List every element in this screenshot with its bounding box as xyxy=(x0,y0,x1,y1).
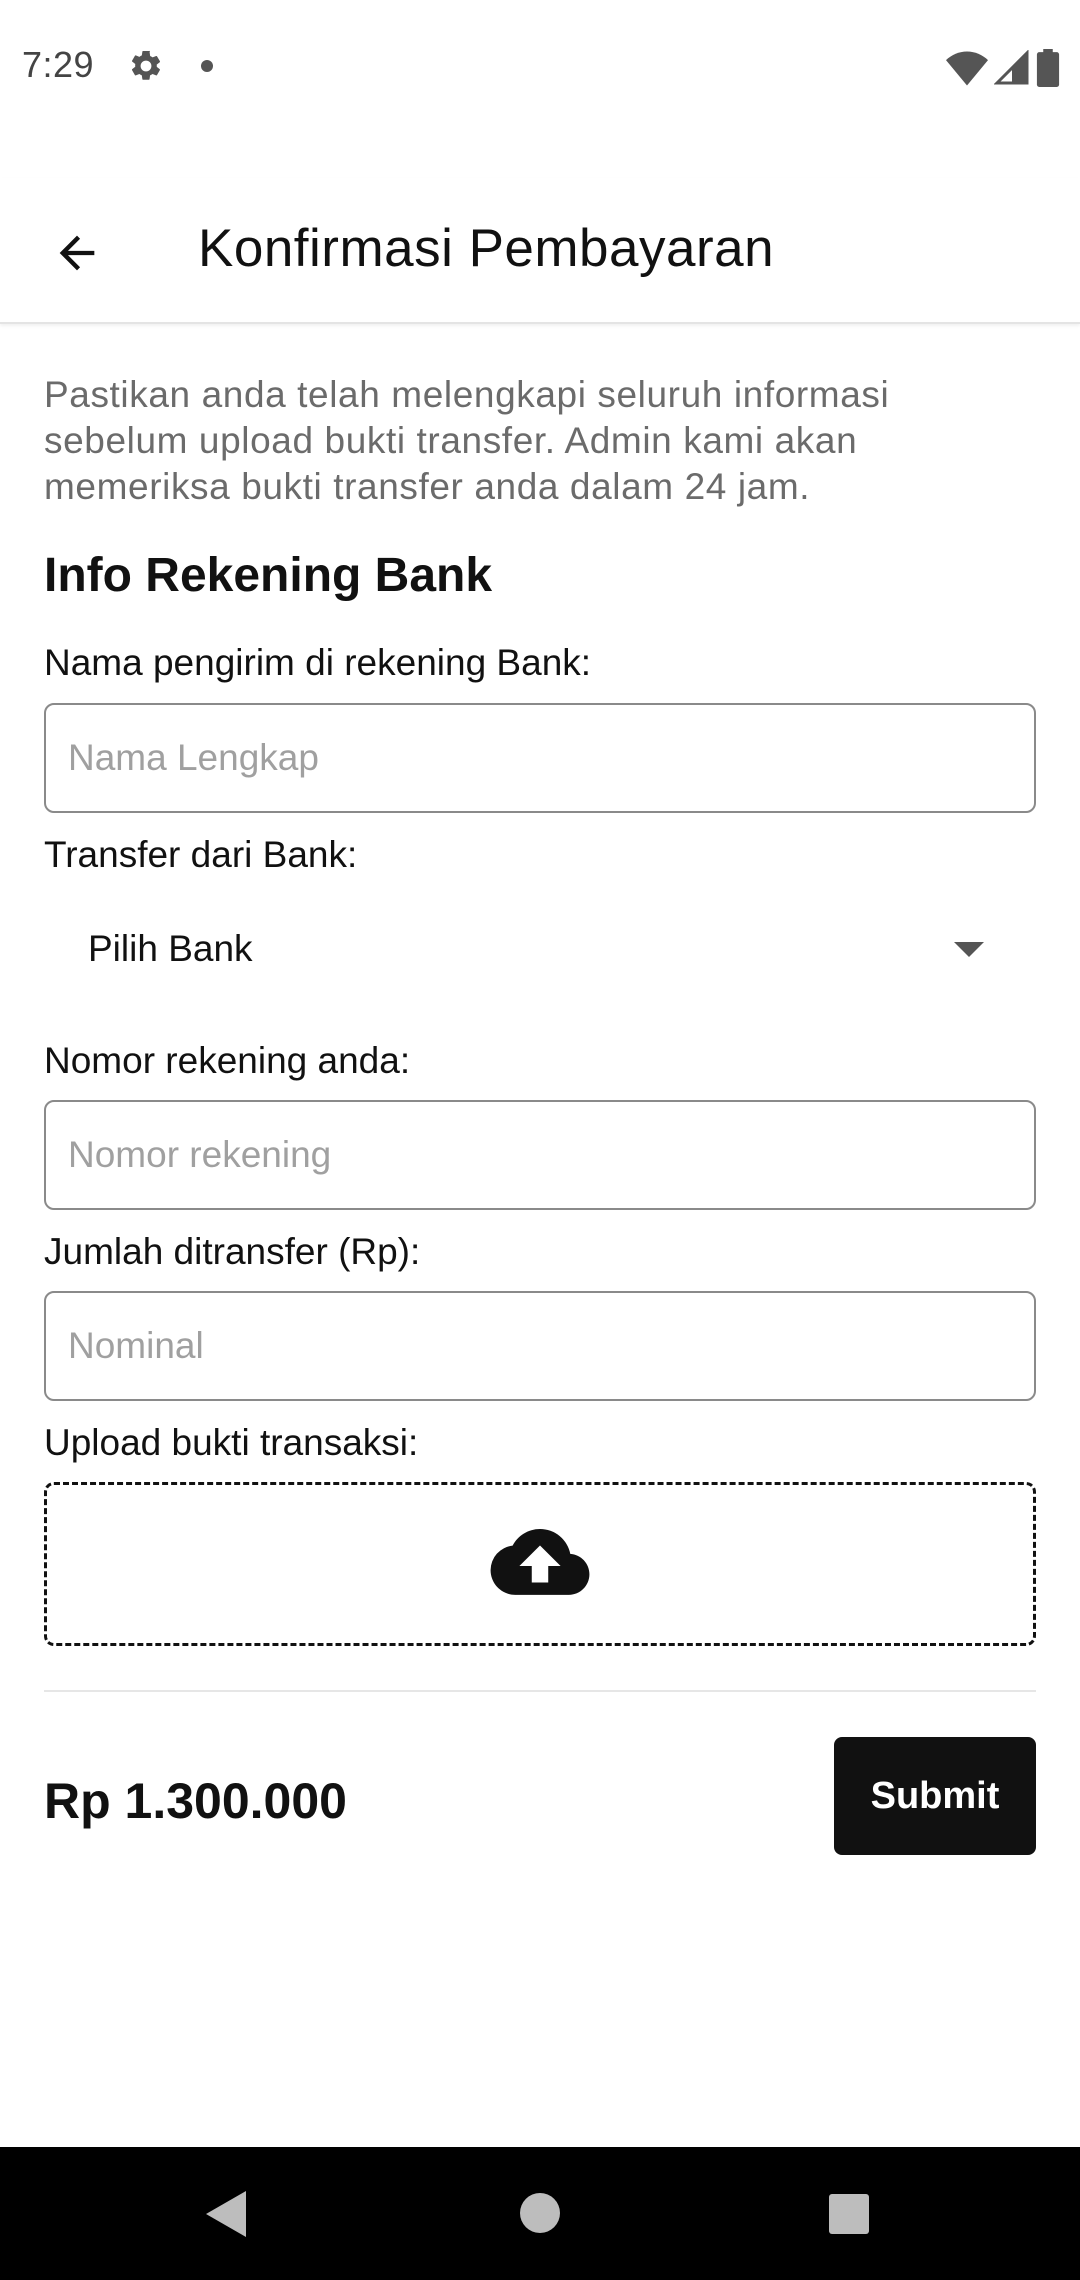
section-title: Info Rekening Bank xyxy=(44,549,493,602)
back-button[interactable] xyxy=(40,216,114,290)
total-amount: Rp 1.300.000 xyxy=(44,1773,347,1829)
dropdown-caret-icon xyxy=(954,942,984,957)
sender-name-field-box xyxy=(44,703,1036,813)
account-number-label: Nomor rekening anda: xyxy=(44,1040,411,1081)
sender-name-label: Nama pengirim di rekening Bank: xyxy=(44,642,592,683)
intro-section: Pastikan anda telah melengkapi seluruh i… xyxy=(44,372,1036,510)
bank-select[interactable]: Pilih Bank xyxy=(44,900,1036,1000)
upload-dropzone[interactable] xyxy=(44,1482,1036,1646)
amount-field-box xyxy=(44,1291,1036,1401)
nav-recents-icon[interactable] xyxy=(829,2194,869,2234)
cloud-upload-icon xyxy=(490,1529,590,1595)
bank-label: Transfer dari Bank: xyxy=(44,834,358,875)
status-icons xyxy=(946,48,1060,88)
account-number-input[interactable] xyxy=(46,1102,1034,1208)
page-title: Konfirmasi Pembayaran xyxy=(198,219,775,278)
account-number-field-box xyxy=(44,1100,1036,1210)
bank-select-value: Pilih Bank xyxy=(88,928,253,969)
nav-back-icon[interactable] xyxy=(206,2191,246,2237)
system-nav-bar xyxy=(0,2147,1080,2280)
gear-icon xyxy=(131,50,161,80)
status-bar: 7:29 xyxy=(0,0,1080,132)
amount-input[interactable] xyxy=(46,1293,1034,1399)
dot-icon xyxy=(201,60,213,72)
intro-text: Pastikan anda telah melengkapi seluruh i… xyxy=(44,374,890,507)
amount-label: Jumlah ditransfer (Rp): xyxy=(44,1231,421,1272)
battery-icon xyxy=(1036,49,1060,87)
wifi-icon xyxy=(946,51,988,86)
nav-home-icon[interactable] xyxy=(520,2193,560,2233)
sender-name-input[interactable] xyxy=(46,705,1034,811)
divider xyxy=(44,1690,1036,1692)
signal-icon xyxy=(994,50,1029,85)
app-bar: Konfirmasi Pembayaran xyxy=(0,178,1080,324)
status-time: 7:29 xyxy=(22,44,95,85)
upload-label: Upload bukti transaksi: xyxy=(44,1422,419,1463)
arrow-back-icon xyxy=(59,235,95,271)
submit-button[interactable]: Submit xyxy=(834,1737,1036,1855)
